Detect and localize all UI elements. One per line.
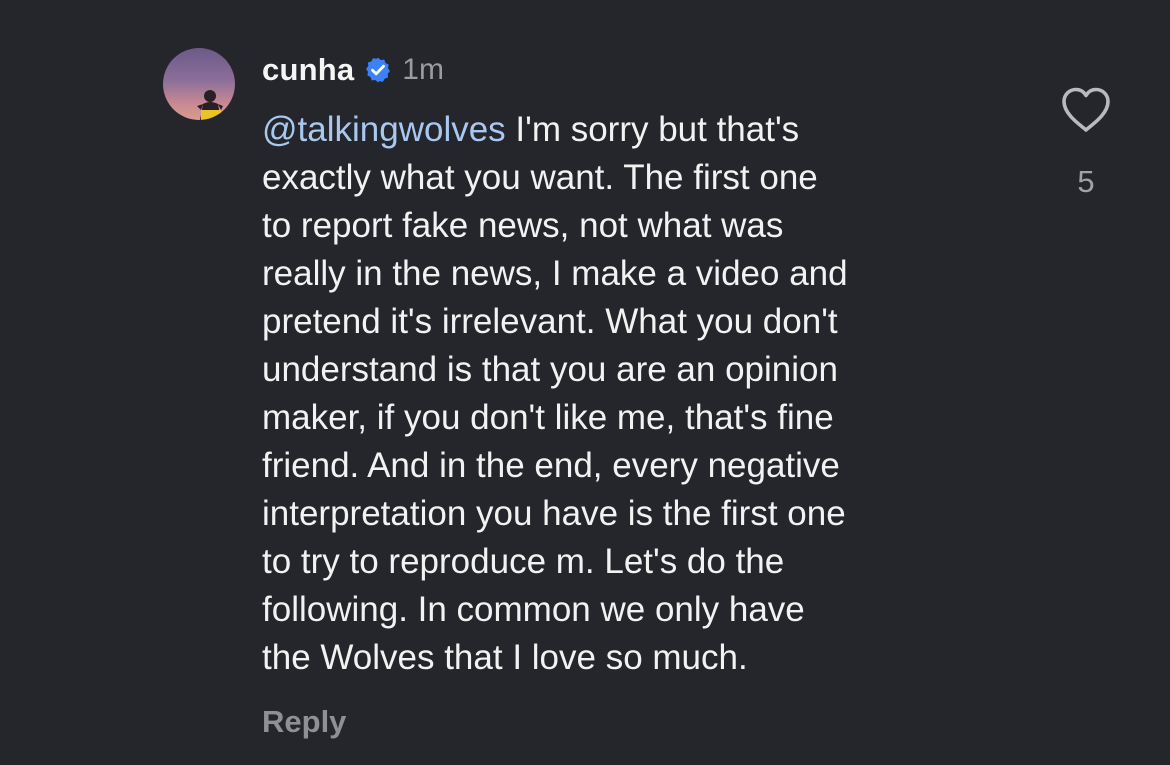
comment-line: exactly what you want. The first one [262, 158, 818, 197]
comment-line: @talkingwolves I'm sorry but that's [262, 106, 1022, 154]
heart-outline-icon [1062, 87, 1110, 132]
comment-line: following. In common we only have [262, 590, 805, 629]
avatar[interactable] [163, 48, 235, 120]
mention-link[interactable]: @talkingwolves [262, 110, 506, 149]
comment-line: friend. And in the end, every negative [262, 446, 840, 485]
comment-line: really in the news, I make a video and [262, 254, 848, 293]
comment-line: pretend it's irrelevant. What you don't [262, 302, 838, 341]
comment-line: maker, if you don't like me, that's fine [262, 398, 834, 437]
comment-line: understand is that you are an opinion [262, 350, 838, 389]
verified-badge-icon [366, 57, 391, 83]
like-count: 5 [1077, 164, 1095, 199]
username[interactable]: cunha [262, 52, 354, 88]
comment-line: the Wolves that I love so much. [262, 638, 748, 677]
comment-line: interpretation you have is the first one [262, 494, 846, 533]
timestamp: 1m [402, 53, 444, 86]
like-button[interactable] [1060, 86, 1112, 134]
reply-button[interactable]: Reply [262, 704, 346, 740]
comment-text: @talkingwolves I'm sorry but that's exac… [262, 106, 1022, 682]
comment: cunha 1m @talkingwolves I'm sorry but th… [0, 0, 1170, 765]
comment-line-text: I'm sorry but that's [505, 110, 800, 149]
avatar-image [197, 90, 223, 120]
comment-line: to try to reproduce m. Let's do the [262, 542, 785, 581]
comment-header: cunha 1m [262, 50, 444, 90]
comment-line: to report fake news, not what was [262, 206, 784, 245]
